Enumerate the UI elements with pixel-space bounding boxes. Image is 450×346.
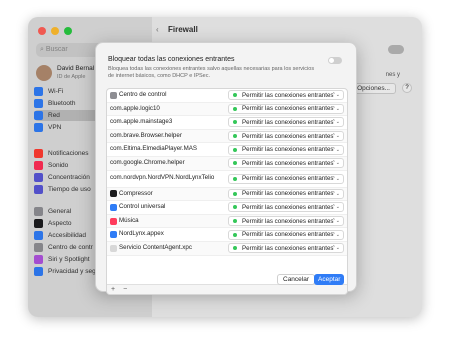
permission-popup[interactable]: Permitir las conexiones entrantes ⌃⌄ xyxy=(228,90,344,101)
chevron-updown-icon: ⌃⌄ xyxy=(331,231,340,238)
permission-label: Permitir las conexiones entrantes xyxy=(242,91,334,99)
status-dot-icon xyxy=(233,219,237,224)
chevron-updown-icon: ⌃⌄ xyxy=(331,92,340,99)
permission-label: Permitir las conexiones entrantes xyxy=(242,231,334,239)
permission-label: Permitir las conexiones entrantes xyxy=(242,146,334,154)
chevron-updown-icon: ⌃⌄ xyxy=(331,175,340,182)
permission-label: Permitir las conexiones entrantes xyxy=(242,217,334,225)
app-row[interactable]: Música Permitir las conexiones entrantes ⌃… xyxy=(107,214,347,229)
app-name: Servicio ContentAgent.xpc xyxy=(119,243,192,251)
permission-label: Permitir las conexiones entrantes xyxy=(242,132,334,140)
app-row[interactable]: Compressor Permitir las conexiones entran… xyxy=(107,187,347,202)
status-dot-icon xyxy=(233,134,237,139)
app-name: com.google.Chrome.helper xyxy=(110,159,185,167)
status-dot-icon xyxy=(233,93,237,98)
firewall-options-dialog: Bloquear todas las conexiones entrantes … xyxy=(95,42,357,295)
block-all-description: Bloquea todas las conexiones entrantes s… xyxy=(108,66,315,79)
app-row[interactable]: com.google.Chrome.helper Permitir las con… xyxy=(107,156,347,171)
app-row[interactable]: com.brave.Browser.helper Permitir las con… xyxy=(107,129,347,144)
app-name: Control universal xyxy=(119,203,166,211)
add-app-button[interactable]: + xyxy=(107,286,119,293)
chevron-updown-icon: ⌃⌄ xyxy=(331,133,340,140)
app-row[interactable]: Centro de control Permitir las conexiones… xyxy=(107,89,347,103)
app-name: com.brave.Browser.helper xyxy=(110,131,182,139)
status-dot-icon xyxy=(233,176,237,181)
app-list: Centro de control Permitir las conexiones… xyxy=(106,88,348,295)
chevron-updown-icon: ⌃⌄ xyxy=(331,190,340,197)
permission-popup[interactable]: Permitir las conexiones entrantes ⌃⌄ xyxy=(228,229,344,240)
chevron-updown-icon: ⌃⌄ xyxy=(331,119,340,126)
app-row[interactable]: com.apple.mainstage3 Permitir las conexio… xyxy=(107,116,347,130)
app-row[interactable]: com.nordvpn.NordVPN.NordLynxTelio Permiti… xyxy=(107,171,347,188)
status-dot-icon xyxy=(233,205,237,210)
permission-label: Permitir las conexiones entrantes xyxy=(242,105,334,113)
cancel-button[interactable]: Cancelar xyxy=(277,274,316,285)
contentagent-icon xyxy=(110,244,117,252)
app-name: com.Eltima.ElmediaPlayer.MAS xyxy=(110,145,197,153)
permission-popup[interactable]: Permitir las conexiones entrantes ⌃⌄ xyxy=(228,202,344,213)
app-row[interactable]: Control universal Permitir las conexiones… xyxy=(107,201,347,215)
permission-label: Permitir las conexiones entrantes xyxy=(242,175,334,183)
block-all-title: Bloquear todas las conexiones entrantes xyxy=(108,56,235,63)
permission-popup[interactable]: Permitir las conexiones entrantes ⌃⌄ xyxy=(228,188,344,199)
permission-popup[interactable]: Permitir las conexiones entrantes ⌃⌄ xyxy=(228,131,344,142)
chevron-updown-icon: ⌃⌄ xyxy=(331,218,340,225)
chevron-updown-icon: ⌃⌄ xyxy=(331,245,340,252)
app-name: Compressor xyxy=(119,189,153,197)
nordlynx-icon xyxy=(110,231,117,239)
app-row[interactable]: com.apple.logic10 Permitir las conexiones… xyxy=(107,102,347,117)
permission-popup[interactable]: Permitir las conexiones entrantes ⌃⌄ xyxy=(228,173,344,184)
permission-label: Permitir las conexiones entrantes xyxy=(242,244,334,252)
app-name: com.nordvpn.NordVPN.NordLynxTelio xyxy=(110,174,215,182)
app-name: Música xyxy=(119,216,139,224)
permission-popup[interactable]: Permitir las conexiones entrantes ⌃⌄ xyxy=(228,243,344,254)
app-row[interactable]: NordLynx.appex Permitir las conexiones en… xyxy=(107,228,347,242)
status-dot-icon xyxy=(233,120,237,125)
block-all-toggle[interactable] xyxy=(328,57,342,64)
compressor-icon xyxy=(110,190,117,198)
app-name: com.apple.mainstage3 xyxy=(110,118,173,126)
universal-control-icon xyxy=(110,203,117,211)
music-icon xyxy=(110,217,117,225)
app-row[interactable]: Servicio ContentAgent.xpc Permitir las co… xyxy=(107,241,347,256)
status-dot-icon xyxy=(233,147,237,152)
permission-label: Permitir las conexiones entrantes xyxy=(242,118,334,126)
permission-popup[interactable]: Permitir las conexiones entrantes ⌃⌄ xyxy=(228,158,344,169)
remove-app-button[interactable]: − xyxy=(119,286,131,293)
control-center-icon xyxy=(110,91,117,99)
chevron-updown-icon: ⌃⌄ xyxy=(331,146,340,153)
list-footer: + − xyxy=(107,284,347,294)
chevron-updown-icon: ⌃⌄ xyxy=(331,204,340,211)
chevron-updown-icon: ⌃⌄ xyxy=(331,105,340,112)
permission-label: Permitir las conexiones entrantes xyxy=(242,203,334,211)
status-dot-icon xyxy=(233,232,237,237)
status-dot-icon xyxy=(233,191,237,196)
app-name: Centro de control xyxy=(119,91,167,99)
permission-label: Permitir las conexiones entrantes xyxy=(242,190,334,198)
permission-popup[interactable]: Permitir las conexiones entrantes ⌃⌄ xyxy=(228,103,344,114)
status-dot-icon xyxy=(233,246,237,251)
status-dot-icon xyxy=(233,161,237,166)
chevron-updown-icon: ⌃⌄ xyxy=(331,160,340,167)
app-name: com.apple.logic10 xyxy=(110,104,160,112)
permission-popup[interactable]: Permitir las conexiones entrantes ⌃⌄ xyxy=(228,117,344,128)
permission-popup[interactable]: Permitir las conexiones entrantes ⌃⌄ xyxy=(228,144,344,155)
app-name: NordLynx.appex xyxy=(119,230,164,238)
accept-button[interactable]: Aceptar xyxy=(314,274,345,285)
status-dot-icon xyxy=(233,106,237,111)
permission-popup[interactable]: Permitir las conexiones entrantes ⌃⌄ xyxy=(228,216,344,227)
app-row[interactable]: com.Eltima.ElmediaPlayer.MAS Permitir las… xyxy=(107,143,347,157)
permission-label: Permitir las conexiones entrantes xyxy=(242,159,334,167)
